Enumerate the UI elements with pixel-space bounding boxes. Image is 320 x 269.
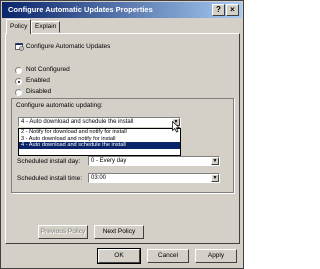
tab-explain[interactable]: Explain bbox=[31, 21, 61, 33]
help-button[interactable]: ? bbox=[212, 4, 225, 16]
policy-settings-icon bbox=[15, 43, 24, 51]
install-day-combo[interactable]: 0 - Every day ▼ bbox=[88, 156, 220, 166]
mouse-cursor-icon bbox=[172, 121, 181, 133]
ok-button[interactable]: OK bbox=[97, 248, 141, 264]
radio-disabled[interactable] bbox=[15, 89, 22, 96]
properties-dialog: Configure Automatic Updates Properties ?… bbox=[0, 0, 244, 269]
tab-policy[interactable]: Policy bbox=[6, 19, 32, 34]
configure-updating-dropdown: 2 - Notify for download and notify for i… bbox=[18, 128, 181, 156]
radio-enabled-label: Enabled bbox=[26, 77, 50, 84]
title-bar[interactable]: Configure Automatic Updates Properties ?… bbox=[2, 2, 242, 18]
close-button[interactable]: × bbox=[226, 4, 239, 16]
apply-button[interactable]: Apply bbox=[195, 249, 237, 263]
radio-not-configured-label: Not Configured bbox=[26, 66, 70, 73]
install-day-label: Scheduled install day: bbox=[17, 158, 81, 165]
configure-updating-combo[interactable]: 4 - Auto download and schedule the insta… bbox=[18, 117, 181, 127]
chevron-down-icon[interactable]: ▼ bbox=[211, 174, 219, 182]
radio-not-configured[interactable] bbox=[15, 67, 22, 74]
radio-disabled-label: Disabled bbox=[26, 88, 52, 95]
chevron-down-icon[interactable]: ▼ bbox=[211, 157, 219, 165]
dropdown-option-4[interactable]: 4 - Auto download and schedule the insta… bbox=[19, 142, 180, 149]
radio-enabled[interactable] bbox=[15, 78, 22, 85]
cancel-button[interactable]: Cancel bbox=[147, 249, 189, 263]
next-policy-button[interactable]: Next Policy bbox=[94, 225, 144, 239]
previous-policy-button[interactable]: Previous Policy bbox=[38, 225, 88, 239]
install-time-combo[interactable]: 03:00 ▼ bbox=[88, 173, 220, 183]
window-title: Configure Automatic Updates Properties bbox=[8, 5, 153, 14]
configure-updating-label: Configure automatic updating: bbox=[16, 102, 103, 109]
install-time-label: Scheduled install time: bbox=[17, 175, 83, 182]
policy-title: Configure Automatic Updates bbox=[25, 43, 111, 51]
policy-header: Configure Automatic Updates bbox=[15, 42, 110, 51]
